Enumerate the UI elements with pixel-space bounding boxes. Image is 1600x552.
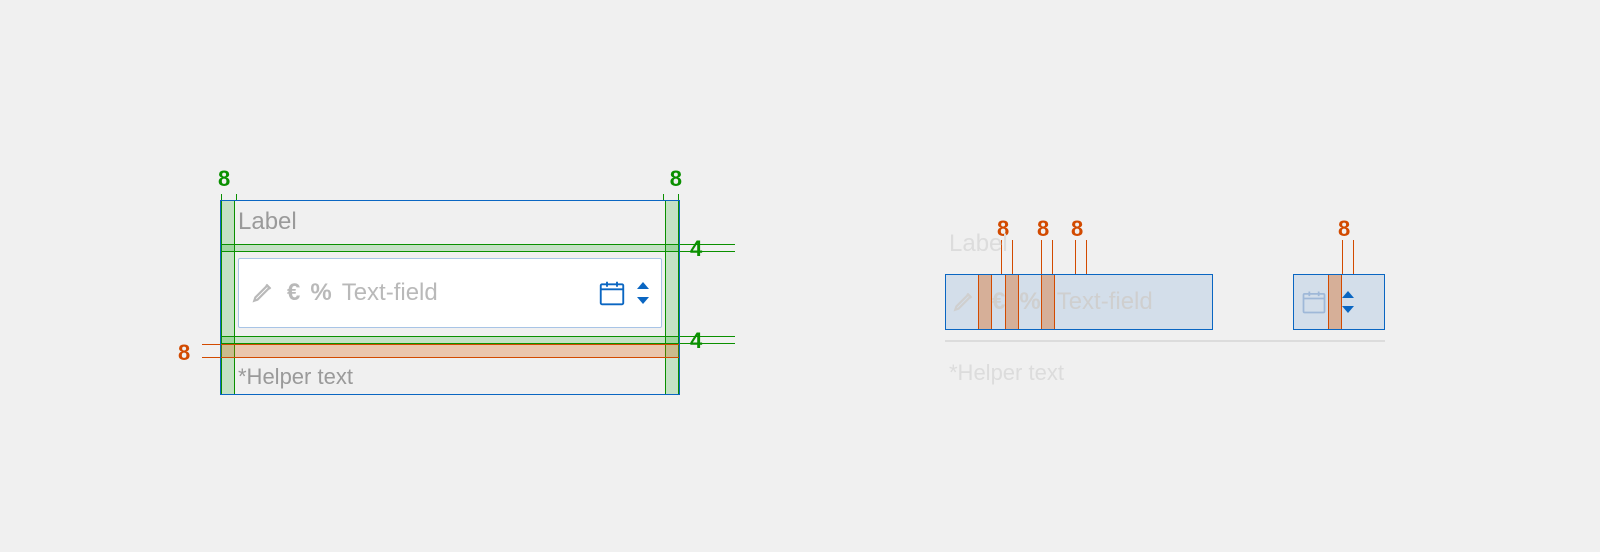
spacing-tick xyxy=(1041,240,1053,274)
percent-icon: % xyxy=(310,279,331,307)
spacing-value: 4 xyxy=(690,236,702,262)
spacing-tick xyxy=(1342,240,1354,274)
spacing-value: 8 xyxy=(670,166,682,192)
content-bounds-right xyxy=(1293,274,1385,330)
spacing-guide xyxy=(679,336,735,344)
euro-icon: € xyxy=(992,288,1005,316)
calendar-icon[interactable] xyxy=(597,278,627,308)
chevron-down-icon[interactable] xyxy=(1342,306,1354,313)
placeholder-text: Text-field xyxy=(1055,288,1206,316)
number-spinner[interactable] xyxy=(637,282,649,304)
padding-guide-right xyxy=(665,201,679,394)
helper-text: *Helper text xyxy=(949,360,1064,386)
calendar-icon[interactable] xyxy=(1300,288,1328,316)
chevron-up-icon[interactable] xyxy=(1342,291,1354,298)
field-label: Label xyxy=(949,230,1008,258)
gap-guide xyxy=(221,244,679,252)
chevron-up-icon[interactable] xyxy=(637,282,649,289)
gap-guide xyxy=(1005,275,1019,329)
spacing-guide xyxy=(202,344,220,358)
margin-guide xyxy=(221,344,679,358)
spacing-value: 4 xyxy=(690,328,702,354)
gap-guide xyxy=(1328,275,1342,329)
percent-icon: % xyxy=(1019,288,1040,316)
spacing-value: 8 xyxy=(218,166,230,192)
spacing-value: 8 xyxy=(1071,216,1083,242)
padding-guide-left xyxy=(221,201,235,394)
spacing-guide xyxy=(679,244,735,252)
spacing-tick xyxy=(1075,240,1087,274)
helper-text: *Helper text xyxy=(238,364,353,390)
spacing-value: 8 xyxy=(1338,216,1350,242)
field-label: Label xyxy=(238,208,297,236)
text-field[interactable]: € % Text-field xyxy=(238,258,662,328)
euro-icon: € xyxy=(287,279,300,307)
chevron-down-icon[interactable] xyxy=(637,297,649,304)
field-underline xyxy=(945,340,1385,342)
spacing-value: 8 xyxy=(178,340,190,366)
gap-guide xyxy=(1041,275,1055,329)
content-bounds-left: € % Text-field xyxy=(945,274,1213,330)
pencil-icon xyxy=(952,287,978,318)
gap-guide xyxy=(221,336,679,344)
placeholder-text: Text-field xyxy=(342,279,587,307)
pencil-icon xyxy=(251,278,277,309)
gap-guide xyxy=(978,275,992,329)
number-spinner[interactable] xyxy=(1342,291,1354,313)
spacing-value: 8 xyxy=(1037,216,1049,242)
